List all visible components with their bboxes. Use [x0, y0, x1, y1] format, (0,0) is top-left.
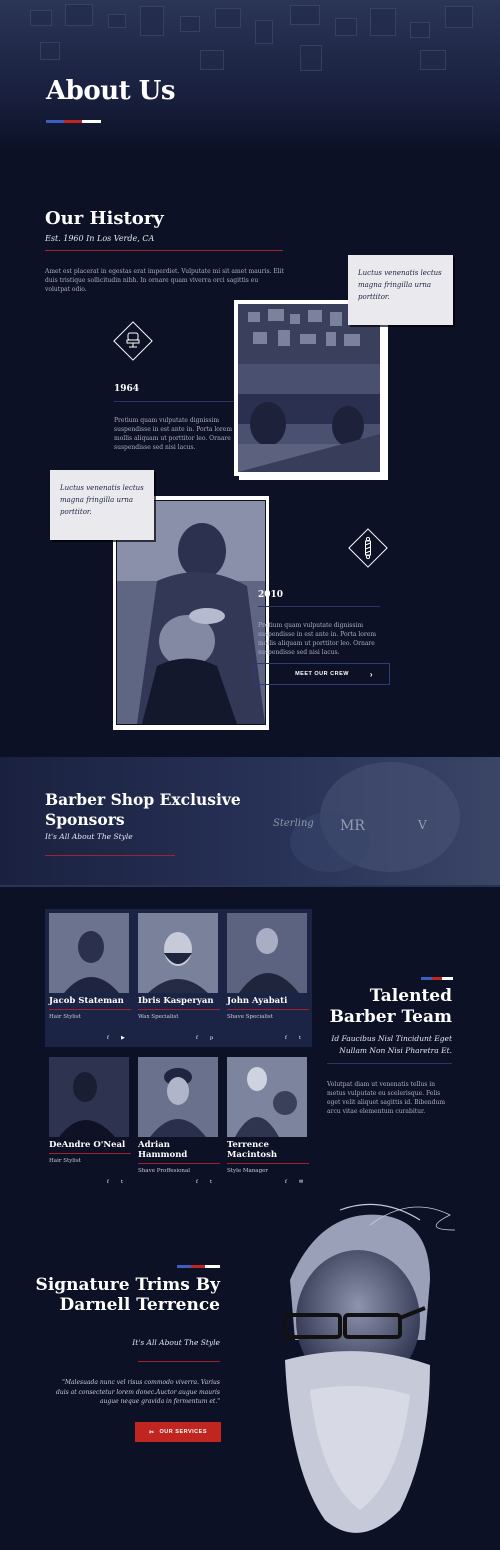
barber-chair-icon	[124, 330, 142, 350]
history-intro: Amet est placerat in egestas erat imperd…	[45, 268, 284, 293]
member-photo	[49, 913, 129, 993]
member-photo	[227, 1057, 307, 1137]
member-role-row: Shave Specialist	[227, 1014, 309, 1020]
member-role: Hair Stylist	[49, 1158, 81, 1164]
scissors-icon: ✂	[149, 1429, 155, 1436]
email-icon[interactable]: ✉	[299, 1179, 303, 1185]
divider	[138, 1009, 220, 1010]
signature-subtitle: It's All About The Style	[132, 1338, 220, 1347]
barbershop-interior-photo	[234, 300, 384, 476]
quote-card: Luctus venenatis lectus magna fringilla …	[348, 255, 453, 325]
accent-flag	[46, 120, 101, 123]
divider	[49, 1153, 131, 1154]
quote-text: Luctus venenatis lectus magna fringilla …	[358, 269, 442, 301]
accent-flag	[177, 1265, 220, 1268]
darnell-portrait-photo	[250, 1190, 500, 1550]
quote-card: Luctus venenatis lectus magna fringilla …	[50, 470, 154, 540]
sponsors-subtitle: It's All About The Style	[45, 832, 133, 841]
member-role: Shave Proffesional	[138, 1168, 190, 1174]
team-member-card[interactable]: John Ayabati Shave Specialist f t	[227, 913, 309, 1041]
twitter-icon[interactable]: t	[210, 1179, 212, 1185]
meet-our-crew-button[interactable]: MEET OUR CREW ›	[254, 663, 390, 685]
twitter-icon[interactable]: t	[121, 1179, 123, 1185]
quote-text: Luctus venenatis lectus magna fringilla …	[60, 484, 144, 516]
sponsor-logo-mr[interactable]: MR	[340, 818, 365, 834]
facebook-icon[interactable]: f	[285, 1179, 287, 1185]
divider	[138, 1361, 220, 1362]
signature-title: Signature Trims By Darnell Terrence	[35, 1275, 220, 1315]
divider	[138, 1163, 220, 1164]
member-role-row: Style Manager	[227, 1168, 309, 1174]
milestone-text: Pretium quam vulputate dignissim suspend…	[114, 417, 233, 451]
member-role: Style Manager	[227, 1168, 268, 1174]
divider	[227, 1009, 309, 1010]
our-services-button[interactable]: ✂ OUR SERVICES	[135, 1422, 221, 1442]
sponsors-title: Barber Shop Exclusive Sponsors	[45, 790, 241, 829]
member-photo	[49, 1057, 129, 1137]
milestone-text: Pretium quam vulputate dignissim suspend…	[258, 622, 377, 656]
sponsor-logo-v[interactable]: V	[418, 818, 427, 832]
member-role-row: Shave Proffesional	[138, 1168, 220, 1174]
divider	[114, 401, 234, 402]
member-photo	[138, 1057, 218, 1137]
member-role: Shave Specialist	[227, 1014, 273, 1020]
pinterest-icon[interactable]: p	[210, 1035, 213, 1041]
divider	[258, 606, 380, 607]
member-role-row: Hair Stylist	[49, 1158, 131, 1164]
member-name: Ibris Kasperyan	[138, 996, 214, 1006]
team-member-card[interactable]: Adrian Hammond Shave Proffesional f t	[138, 1057, 220, 1185]
team-title: Talented Barber Team	[329, 986, 452, 1027]
facebook-icon[interactable]: f	[107, 1035, 109, 1041]
history-title: Our History	[45, 208, 164, 229]
member-name: Adrian Hammond	[138, 1140, 188, 1160]
team-member-card[interactable]: Terrence Macintosh Style Manager f ✉	[227, 1057, 309, 1185]
member-name: DeAndre O'Neal	[49, 1140, 126, 1150]
team-member-card[interactable]: DeAndre O'Neal Hair Stylist f t	[49, 1057, 131, 1185]
member-role-row: Hair Stylist	[49, 1014, 131, 1020]
accent-flag	[421, 977, 453, 980]
team-member-card[interactable]: Jacob Stateman Hair Stylist f ▶	[49, 913, 131, 1041]
divider	[45, 250, 283, 251]
member-role: Wax Specialist	[138, 1014, 179, 1020]
member-photo	[227, 913, 307, 993]
history-subtitle: Est. 1960 In Los Verde, CA	[45, 234, 155, 243]
divider	[227, 1163, 309, 1164]
team-subtitle: Id Faucibus Nisl Tincidunt Eget Nullam N…	[331, 1034, 452, 1055]
milestone-year: 2010	[258, 590, 284, 600]
milestone-year: 1964	[114, 384, 140, 394]
member-name: Jacob Stateman	[49, 996, 124, 1006]
barber-pole-icon	[363, 536, 373, 560]
divider	[45, 855, 175, 856]
facebook-icon[interactable]: f	[196, 1179, 198, 1185]
signature-quote: "Malesuada nunc vel risus commodo viverr…	[56, 1379, 220, 1405]
page-title: About Us	[46, 76, 175, 106]
member-role: Hair Stylist	[49, 1014, 81, 1020]
team-description: Volutpat diam ut venenatis tellus in met…	[327, 1081, 446, 1115]
hero-background-image	[0, 0, 500, 150]
member-name: Terrence Macintosh	[227, 1140, 278, 1160]
hero-banner	[0, 0, 500, 150]
button-label: OUR SERVICES	[159, 1429, 207, 1435]
facebook-icon[interactable]: f	[196, 1035, 198, 1041]
divider	[327, 1063, 452, 1064]
member-role-row: Wax Specialist	[138, 1014, 220, 1020]
sponsor-logo-sterling[interactable]: Sterling	[273, 818, 314, 829]
twitter-icon[interactable]: t	[299, 1035, 301, 1041]
facebook-icon[interactable]: f	[285, 1035, 287, 1041]
button-label: MEET OUR CREW	[295, 671, 349, 677]
chevron-right-icon: ›	[369, 669, 373, 679]
member-photo	[138, 913, 218, 993]
youtube-icon[interactable]: ▶	[121, 1035, 125, 1041]
facebook-icon[interactable]: f	[107, 1179, 109, 1185]
divider	[49, 1009, 131, 1010]
team-member-card[interactable]: Ibris Kasperyan Wax Specialist f p	[138, 913, 220, 1041]
member-name: John Ayabati	[227, 996, 288, 1006]
